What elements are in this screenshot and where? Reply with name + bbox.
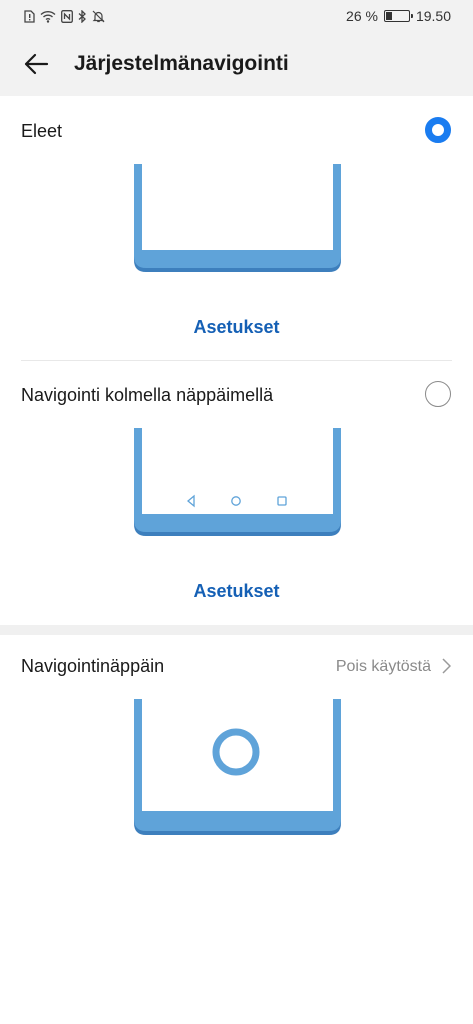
do-not-disturb-icon	[92, 10, 105, 23]
bluetooth-icon	[78, 10, 87, 23]
option-gestures-label: Eleet	[21, 121, 63, 141]
battery-percent: 26 %	[346, 8, 378, 24]
option-gestures-radio[interactable]	[425, 117, 451, 143]
three-key-settings-link[interactable]: Asetukset	[0, 581, 473, 602]
wifi-icon	[40, 10, 56, 23]
option-gestures[interactable]: Eleet	[0, 111, 473, 151]
navigation-dock-illustration	[134, 699, 341, 839]
status-right: 26 % 19.50	[346, 8, 451, 24]
sim-alert-icon	[24, 10, 35, 23]
gesture-navigation-illustration	[134, 164, 341, 276]
arrow-left-icon	[23, 53, 49, 80]
nfc-icon	[61, 10, 73, 23]
page-title: Järjestelmänavigointi	[74, 52, 289, 75]
status-bar: 26 % 19.50	[0, 0, 473, 34]
battery-level	[385, 12, 392, 20]
clock: 19.50	[415, 8, 451, 24]
status-icons	[24, 10, 105, 23]
navigation-dock-row[interactable]: Navigointinäppäin Pois käytöstä	[0, 646, 473, 686]
section-separator	[0, 625, 473, 635]
navigation-dock-value: Pois käytöstä	[335, 658, 431, 675]
battery-icon	[383, 10, 413, 22]
divider	[21, 360, 452, 361]
navigation-dock-label: Navigointinäppäin	[21, 656, 165, 676]
back-button[interactable]	[20, 50, 52, 82]
gestures-settings-link[interactable]: Asetukset	[0, 317, 473, 338]
three-key-navigation-illustration	[134, 428, 341, 540]
option-three-key-label: Navigointi kolmella näppäimellä	[21, 385, 274, 405]
option-three-key-radio[interactable]	[425, 381, 451, 407]
chevron-right-icon	[441, 658, 452, 679]
app-bar: Järjestelmänavigointi	[0, 34, 473, 96]
option-three-key[interactable]: Navigointi kolmella näppäimellä	[0, 375, 473, 415]
